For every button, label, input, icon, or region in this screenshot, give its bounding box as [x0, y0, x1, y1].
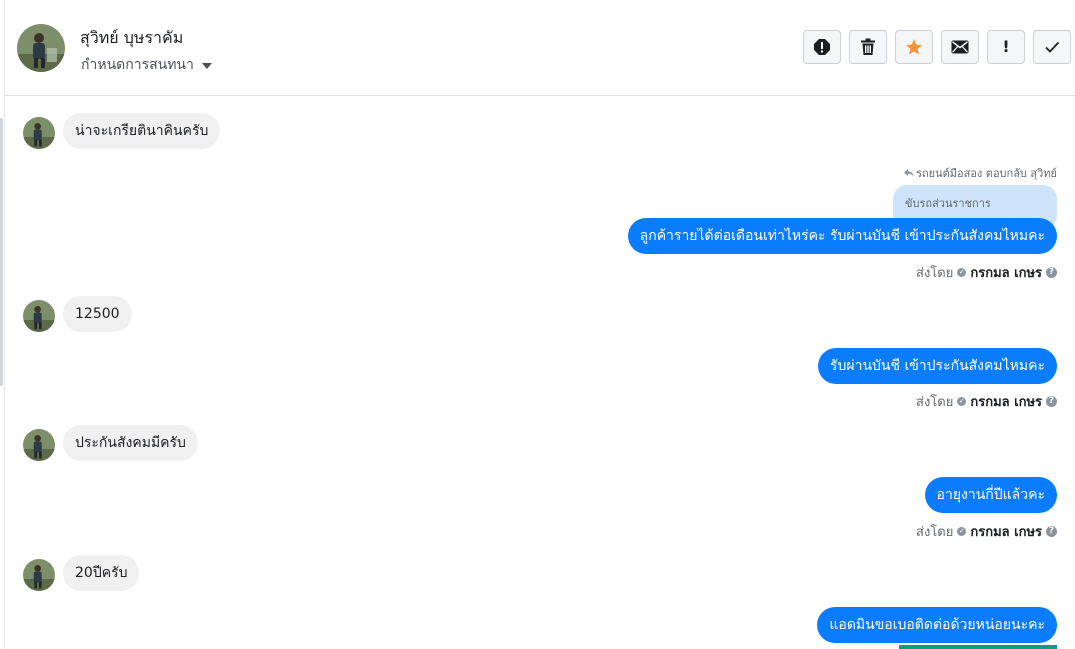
help-icon[interactable]: ?: [1046, 267, 1057, 278]
reply-arrow-icon: [904, 169, 915, 177]
sender-avatar[interactable]: [23, 300, 55, 332]
sent-by-info: ส่งโดย ✓ กรกมล เกษร ?: [916, 262, 1057, 283]
report-button[interactable]: [803, 30, 841, 64]
agent-name: กรกมล เกษร: [970, 266, 1042, 281]
header-actions: !: [803, 30, 1071, 64]
contact-name: สุวิทย์ บุษราคัม: [80, 28, 184, 47]
assign-label: กำหนดการสนทนา: [81, 57, 194, 73]
incoming-message[interactable]: น่าจะเกรียตินาคินครับ: [63, 113, 221, 149]
outgoing-message[interactable]: ลูกค้ารายได้ต่อเดือนเท่าไหร่คะ รับผ่านบั…: [627, 218, 1057, 254]
follow-up-button[interactable]: !: [987, 30, 1025, 64]
help-icon[interactable]: ?: [1046, 526, 1057, 537]
agent-name: กรกมล เกษร: [970, 395, 1042, 410]
caret-down-icon: [201, 62, 212, 69]
trash-icon: [861, 38, 875, 55]
sender-avatar[interactable]: [23, 429, 55, 461]
sent-by-info: ส่งโดย ✓ กรกมล เกษร ?: [916, 521, 1057, 542]
contact-avatar[interactable]: [17, 24, 65, 72]
reply-context-text: รถยนต์มือสอง ตอบกลับ สุวิทย์: [916, 167, 1057, 180]
exclamation-icon: !: [1002, 37, 1010, 56]
sent-by-label: ส่งโดย: [916, 395, 954, 410]
sent-by-info: ส่งโดย ✓ กรกมล เกษร ?: [916, 391, 1057, 412]
help-icon[interactable]: ?: [1046, 396, 1057, 407]
mark-done-button[interactable]: [1033, 30, 1071, 64]
assign-conversation-dropdown[interactable]: กำหนดการสนทนา: [81, 54, 212, 76]
incoming-message[interactable]: 20ปีครับ: [63, 555, 140, 591]
mark-unread-button[interactable]: [941, 30, 979, 64]
delete-button[interactable]: [849, 30, 887, 64]
report-icon: [814, 39, 830, 55]
sender-avatar[interactable]: [23, 559, 55, 591]
outgoing-message[interactable]: รับผ่านบันชี เข้าประกันสังคมไหมคะ: [818, 348, 1057, 384]
star-button[interactable]: [895, 30, 933, 64]
conversation-header: สุวิทย์ บุษราคัม กำหนดการสนทนา !: [5, 0, 1075, 96]
verified-icon: ✓: [957, 527, 967, 536]
sent-by-label: ส่งโดย: [916, 266, 954, 281]
envelope-icon: [951, 40, 969, 54]
left-border: [4, 0, 5, 649]
sent-by-label: ส่งโดย: [916, 525, 954, 540]
incoming-message[interactable]: ประกันสังคมมีครับ: [63, 425, 198, 461]
sender-avatar[interactable]: [23, 117, 55, 149]
reply-context: รถยนต์มือสอง ตอบกลับ สุวิทย์: [904, 164, 1057, 182]
verified-icon: ✓: [957, 268, 967, 277]
quoted-text: ขับรถส่วนราชการ: [905, 197, 991, 210]
agent-name: กรกมล เกษร: [970, 525, 1042, 540]
check-icon: [1045, 41, 1060, 53]
next-message-edge: [899, 645, 1057, 649]
outgoing-message[interactable]: อายุงานกี่ปีแล้วคะ: [924, 477, 1057, 513]
incoming-message[interactable]: 12500: [63, 296, 132, 332]
scrollbar-thumb[interactable]: [0, 118, 3, 386]
star-icon: [905, 39, 923, 55]
outgoing-message[interactable]: แอดมินขอเบอติดต่อด้วยหน่อยนะคะ: [817, 607, 1057, 643]
verified-icon: ✓: [957, 397, 967, 406]
